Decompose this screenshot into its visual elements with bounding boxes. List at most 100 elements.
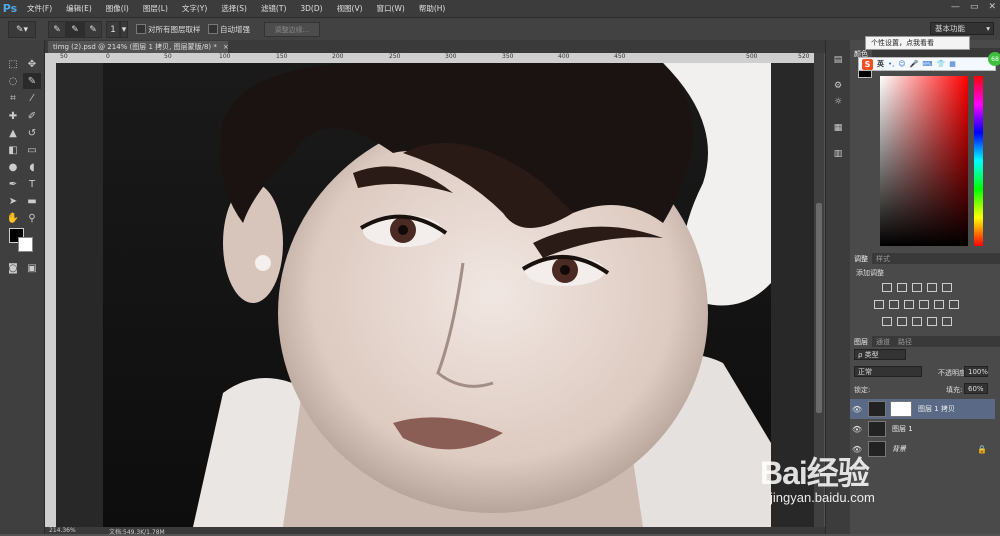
tab-styles[interactable]: 样式 xyxy=(872,254,894,264)
layer-mask-thumbnail[interactable] xyxy=(890,401,912,417)
healing-tool[interactable]: ✚ xyxy=(4,108,22,124)
tab-paths[interactable]: 路径 xyxy=(894,337,916,347)
color-lookup-icon[interactable] xyxy=(949,300,959,309)
tool-preset-picker[interactable]: ✎▾ xyxy=(8,21,36,38)
menu-file[interactable]: 文件(F) xyxy=(20,3,59,14)
paragraph-icon[interactable]: ▦ xyxy=(831,122,845,134)
quick-mask-button[interactable]: ◙ xyxy=(4,260,22,276)
brush-size-picker[interactable]: 1 xyxy=(106,21,120,38)
dodge-tool[interactable]: ◖ xyxy=(23,159,41,175)
clone-stamp-tool[interactable]: ▲ xyxy=(4,125,22,141)
selective-color-icon[interactable] xyxy=(942,317,952,326)
shape-tool[interactable]: ▬ xyxy=(23,193,41,209)
lasso-icon: ◌ xyxy=(8,75,18,87)
subtract-selection-button[interactable]: ✎ xyxy=(84,21,102,38)
brightness-icon[interactable] xyxy=(882,283,892,292)
eraser-tool[interactable]: ◧ xyxy=(4,142,22,158)
add-to-selection-button[interactable]: ✎ xyxy=(66,21,84,38)
brush-preset-icon[interactable]: ▥ xyxy=(831,148,845,160)
portrait-image[interactable] xyxy=(103,63,771,527)
zoom-readout[interactable]: 214.36% xyxy=(49,527,76,534)
eye-icon[interactable]: 👁 xyxy=(850,405,864,414)
ime-language[interactable]: 英 xyxy=(877,59,884,69)
marquee-tool[interactable]: ⬚ xyxy=(4,56,22,72)
mic-icon[interactable]: 🎤 xyxy=(910,60,919,68)
scrollbar-thumb[interactable] xyxy=(816,203,822,413)
new-selection-button[interactable]: ✎ xyxy=(48,21,66,38)
ime-toolbar[interactable]: S 英 •, ☺ 🎤 ⌨ 👕 ▦ xyxy=(858,57,996,71)
type-tool[interactable]: T xyxy=(23,176,41,192)
keyboard-icon[interactable]: ⌨ xyxy=(922,60,932,68)
minimize-button[interactable]: — xyxy=(951,2,960,12)
emoji-icon[interactable]: ☺ xyxy=(898,60,905,68)
properties-icon[interactable]: ⚙ xyxy=(831,80,845,92)
levels-icon[interactable] xyxy=(897,283,907,292)
path-selection-tool[interactable]: ➤ xyxy=(4,193,22,209)
brush-tool[interactable]: ✐ xyxy=(23,108,41,124)
threshold-icon[interactable] xyxy=(912,317,922,326)
workspace-select[interactable]: 基本功能 ▾ xyxy=(930,22,994,35)
menu-window[interactable]: 窗口(W) xyxy=(370,3,412,14)
channel-mixer-icon[interactable] xyxy=(934,300,944,309)
vibrance-icon[interactable] xyxy=(942,283,952,292)
quick-selection-tool[interactable]: ✎ xyxy=(23,73,41,89)
hue-saturation-icon[interactable] xyxy=(874,300,884,309)
menu-3d[interactable]: 3D(D) xyxy=(293,4,329,13)
color-picker-field[interactable] xyxy=(880,76,968,246)
pen-tool[interactable]: ✒ xyxy=(4,176,22,192)
posterize-icon[interactable] xyxy=(897,317,907,326)
fill-input[interactable]: 60% xyxy=(964,383,988,394)
toolbox-icon[interactable]: ▦ xyxy=(949,60,956,68)
layer-row-selected[interactable]: 👁 图层 1 拷贝 xyxy=(850,399,995,419)
maximize-button[interactable]: ▭ xyxy=(970,2,979,12)
ime-badge: 68 xyxy=(988,52,1000,66)
hue-slider[interactable] xyxy=(974,76,983,246)
tab-layers[interactable]: 图层 xyxy=(850,336,872,347)
color-balance-icon[interactable] xyxy=(889,300,899,309)
gradient-map-icon[interactable] xyxy=(927,317,937,326)
auto-enhance-checkbox[interactable] xyxy=(208,24,218,34)
document-tab[interactable]: timg (2).psd @ 214% (图层 1 拷贝, 图层蒙版/8) * … xyxy=(48,41,229,53)
lasso-tool[interactable]: ◌ xyxy=(4,73,22,89)
curves-icon[interactable] xyxy=(912,283,922,292)
invert-icon[interactable] xyxy=(882,317,892,326)
menu-type[interactable]: 文字(Y) xyxy=(175,3,214,14)
close-icon[interactable]: × xyxy=(223,43,229,51)
opacity-input[interactable]: 100% xyxy=(964,366,988,377)
black-white-icon[interactable] xyxy=(904,300,914,309)
background-color-swatch[interactable] xyxy=(18,237,33,252)
screen-mode-button[interactable]: ▣ xyxy=(23,260,41,276)
blend-mode-select[interactable]: 正常 xyxy=(854,366,922,377)
menu-layer[interactable]: 图层(L) xyxy=(136,3,175,14)
eyedropper-tool[interactable]: ⁄ xyxy=(23,90,41,106)
menu-image[interactable]: 图像(I) xyxy=(99,3,136,14)
gradient-tool[interactable]: ▭ xyxy=(23,142,41,158)
eye-icon[interactable]: 👁 xyxy=(850,425,864,434)
character-icon[interactable]: ☼ xyxy=(831,96,845,108)
crop-tool[interactable]: ⌗ xyxy=(4,90,22,106)
menu-select[interactable]: 选择(S) xyxy=(214,3,254,14)
punctuation-icon[interactable]: •, xyxy=(888,60,894,68)
hand-tool[interactable]: ✋ xyxy=(4,210,22,226)
brush-size-dropdown[interactable]: ▾ xyxy=(120,21,128,38)
move-tool[interactable]: ✥ xyxy=(23,56,41,72)
horizontal-ruler: 50 0 50 100 150 200 250 300 350 400 450 … xyxy=(56,53,814,63)
close-button[interactable]: ✕ xyxy=(988,2,996,12)
skin-icon[interactable]: 👕 xyxy=(937,60,946,68)
photo-filter-icon[interactable] xyxy=(919,300,929,309)
menu-filter[interactable]: 滤镜(T) xyxy=(254,3,293,14)
history-icon[interactable]: ▤ xyxy=(831,54,845,66)
history-brush-tool[interactable]: ↺ xyxy=(23,125,41,141)
menu-help[interactable]: 帮助(H) xyxy=(412,3,453,14)
tab-adjustments[interactable]: 调整 xyxy=(850,253,872,264)
menu-edit[interactable]: 编辑(E) xyxy=(59,3,99,14)
zoom-tool[interactable]: ⚲ xyxy=(23,210,41,226)
blur-tool[interactable]: ● xyxy=(4,159,22,175)
refine-edge-button[interactable]: 调整边缘... xyxy=(264,22,320,37)
layer-filter-select[interactable]: ρ 类型 xyxy=(854,349,906,360)
menu-view[interactable]: 视图(V) xyxy=(330,3,370,14)
sample-all-layers-checkbox[interactable] xyxy=(136,24,146,34)
tab-channels[interactable]: 通道 xyxy=(872,337,894,347)
layer-row[interactable]: 👁 图层 1 xyxy=(850,419,995,439)
exposure-icon[interactable] xyxy=(927,283,937,292)
